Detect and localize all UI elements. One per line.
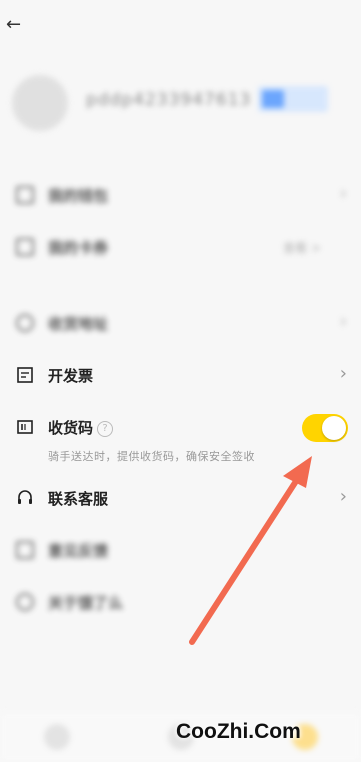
annotation-arrow <box>189 456 312 645</box>
nav-home-icon[interactable] <box>44 724 70 750</box>
watermark: CooZhi.Com <box>176 720 301 743</box>
